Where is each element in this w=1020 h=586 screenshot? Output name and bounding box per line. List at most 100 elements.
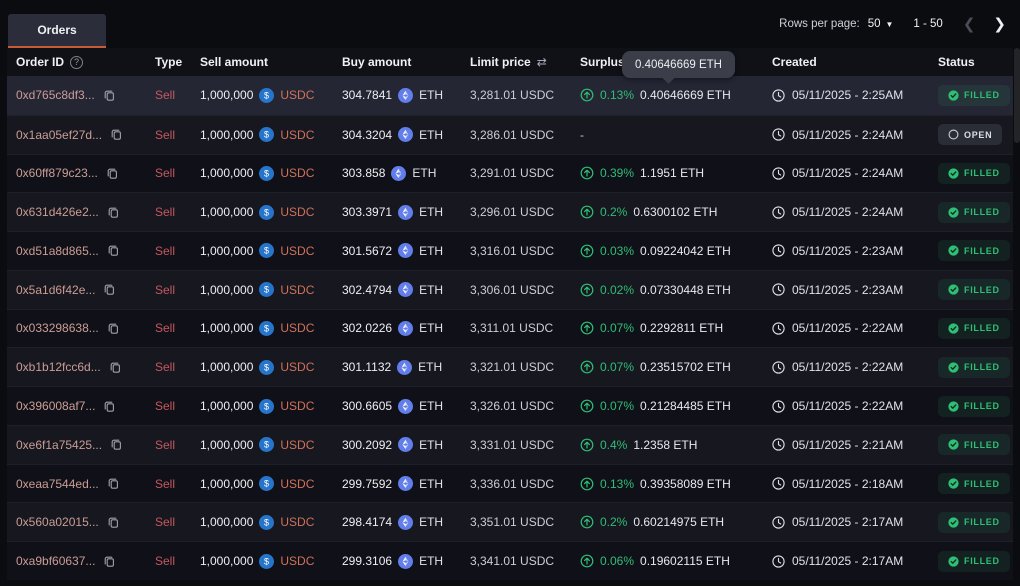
sell-token-link[interactable]: USDC (280, 128, 314, 142)
copy-icon[interactable] (103, 400, 116, 413)
rows-per-page-label: Rows per page: (779, 18, 860, 30)
prev-page-icon[interactable]: ❮ (963, 15, 976, 33)
copy-icon[interactable] (109, 361, 122, 374)
table-row[interactable]: 0x560a02015... Sell 1,000,000 $ USDC 298… (7, 502, 1013, 541)
sell-token-link[interactable]: USDC (280, 244, 314, 258)
scrollbar-track[interactable] (1014, 48, 1020, 580)
table-row[interactable]: 0x631d426e2... Sell 1,000,000 $ USDC 303… (7, 192, 1013, 231)
scrollbar-thumb[interactable] (1014, 48, 1020, 143)
copy-icon[interactable] (103, 89, 116, 102)
table-row[interactable]: 0x033298638... Sell 1,000,000 $ USDC 302… (7, 309, 1013, 348)
copy-icon[interactable] (107, 206, 120, 219)
svg-text:$: $ (264, 556, 269, 566)
table-row[interactable]: 0x1aa05ef27d... Sell 1,000,000 $ USDC 30… (7, 115, 1013, 154)
table-row[interactable]: 0xa9bf60637... Sell 1,000,000 $ USDC 299… (7, 541, 1013, 580)
buy-token-link[interactable]: ETH (419, 128, 443, 142)
surplus-up-icon (580, 477, 594, 491)
table-row[interactable]: 0xe6f1a75425... Sell 1,000,000 $ USDC 30… (7, 425, 1013, 464)
table-row[interactable]: 0x5a1d6f42e... Sell 1,000,000 $ USDC 302… (7, 270, 1013, 309)
help-icon[interactable]: ? (70, 56, 83, 69)
copy-icon[interactable] (110, 128, 123, 141)
sell-token-link[interactable]: USDC (280, 321, 314, 335)
sell-token-link[interactable]: USDC (280, 283, 314, 297)
order-id-link[interactable]: 0xb1b12fcc6d... (16, 360, 101, 374)
order-id-link[interactable]: 0x5a1d6f42e... (16, 283, 95, 297)
copy-icon[interactable] (103, 555, 116, 568)
order-id-link[interactable]: 0xa9bf60637... (16, 554, 95, 568)
rows-per-page: Rows per page: 50 ▼ (779, 18, 893, 30)
buy-token-link[interactable]: ETH (419, 205, 443, 219)
sell-token-link[interactable]: USDC (280, 477, 314, 491)
surplus-percent: 0.07% (600, 321, 634, 335)
orders-table: Order ID ? Type Sell amount Buy amount L… (7, 48, 1013, 580)
table-row[interactable]: 0x396008af7... Sell 1,000,000 $ USDC 300… (7, 386, 1013, 425)
copy-icon[interactable] (110, 438, 123, 451)
sell-token-link[interactable]: USDC (280, 205, 314, 219)
buy-token-link[interactable]: ETH (419, 88, 443, 102)
svg-text:$: $ (264, 479, 269, 489)
sell-amount: 1,000,000 (200, 360, 253, 374)
buy-token-link[interactable]: ETH (419, 438, 443, 452)
order-id-link[interactable]: 0xd765c8df3... (16, 88, 95, 102)
col-order-id: Order ID (16, 55, 64, 69)
order-id-link[interactable]: 0x631d426e2... (16, 205, 99, 219)
buy-token-link[interactable]: ETH (419, 244, 443, 258)
copy-icon[interactable] (106, 167, 119, 180)
usdc-icon: $ (259, 554, 274, 569)
table-row[interactable]: 0x60ff879c23... Sell 1,000,000 $ USDC 30… (7, 154, 1013, 193)
order-id-link[interactable]: 0x033298638... (16, 321, 99, 335)
tab-orders[interactable]: Orders (8, 14, 106, 48)
buy-token-link[interactable]: ETH (412, 166, 436, 180)
sell-token-link[interactable]: USDC (280, 438, 314, 452)
sell-token-link[interactable]: USDC (280, 360, 314, 374)
order-id-link[interactable]: 0x396008af7... (16, 399, 95, 413)
buy-token-link[interactable]: ETH (418, 360, 442, 374)
buy-token-link[interactable]: ETH (419, 554, 443, 568)
buy-token-link[interactable]: ETH (419, 321, 443, 335)
created-time: 05/11/2025 - 2:22AM (792, 360, 903, 374)
limit-price: 3,351.01 USDC (470, 515, 554, 529)
surplus-percent: 0.07% (600, 360, 634, 374)
surplus-empty: - (580, 128, 584, 142)
order-id-link[interactable]: 0x60ff879c23... (16, 166, 98, 180)
copy-icon[interactable] (107, 244, 120, 257)
sell-token-link[interactable]: USDC (280, 515, 314, 529)
table-header-row: Order ID ? Type Sell amount Buy amount L… (7, 48, 1013, 76)
next-page-icon[interactable]: ❯ (993, 15, 1006, 33)
order-id-link[interactable]: 0xeaa7544ed... (16, 477, 99, 491)
buy-token-link[interactable]: ETH (419, 399, 443, 413)
rows-per-page-select[interactable]: 50 ▼ (868, 18, 894, 30)
copy-icon[interactable] (107, 516, 120, 529)
check-circle-icon (948, 323, 959, 334)
surplus-up-icon (580, 88, 594, 102)
sell-token-link[interactable]: USDC (280, 166, 314, 180)
clock-icon (772, 516, 785, 529)
order-id-link[interactable]: 0x560a02015... (16, 515, 99, 529)
sell-token-link[interactable]: USDC (280, 88, 314, 102)
buy-token-link[interactable]: ETH (419, 283, 443, 297)
surplus-value: 0.39358089 ETH (640, 477, 731, 491)
sell-token-link[interactable]: USDC (280, 399, 314, 413)
eth-icon (398, 476, 413, 491)
invert-price-icon[interactable]: ⇄ (537, 55, 547, 69)
order-id-link[interactable]: 0xe6f1a75425... (16, 438, 102, 452)
table-row[interactable]: 0xb1b12fcc6d... Sell 1,000,000 $ USDC 30… (7, 347, 1013, 386)
table-row[interactable]: 0xeaa7544ed... Sell 1,000,000 $ USDC 299… (7, 464, 1013, 503)
created-time: 05/11/2025 - 2:21AM (792, 438, 903, 452)
order-id-link[interactable]: 0x1aa05ef27d... (16, 128, 102, 142)
table-row[interactable]: 0xd765c8df3... Sell 1,000,000 $ USDC 304… (7, 76, 1013, 115)
table-row[interactable]: 0xd51a8d865... Sell 1,000,000 $ USDC 301… (7, 231, 1013, 270)
surplus-up-icon (580, 166, 594, 180)
copy-icon[interactable] (103, 283, 116, 296)
check-circle-icon (948, 517, 959, 528)
status-label: OPEN (964, 130, 992, 140)
sell-token-link[interactable]: USDC (280, 554, 314, 568)
copy-icon[interactable] (107, 477, 120, 490)
sell-amount: 1,000,000 (200, 438, 253, 452)
buy-token-link[interactable]: ETH (419, 515, 443, 529)
order-id-link[interactable]: 0xd51a8d865... (16, 244, 99, 258)
copy-glyph (110, 438, 123, 451)
surplus-tooltip-text: 0.40646669 ETH (635, 59, 722, 71)
buy-token-link[interactable]: ETH (419, 477, 443, 491)
copy-icon[interactable] (107, 322, 120, 335)
